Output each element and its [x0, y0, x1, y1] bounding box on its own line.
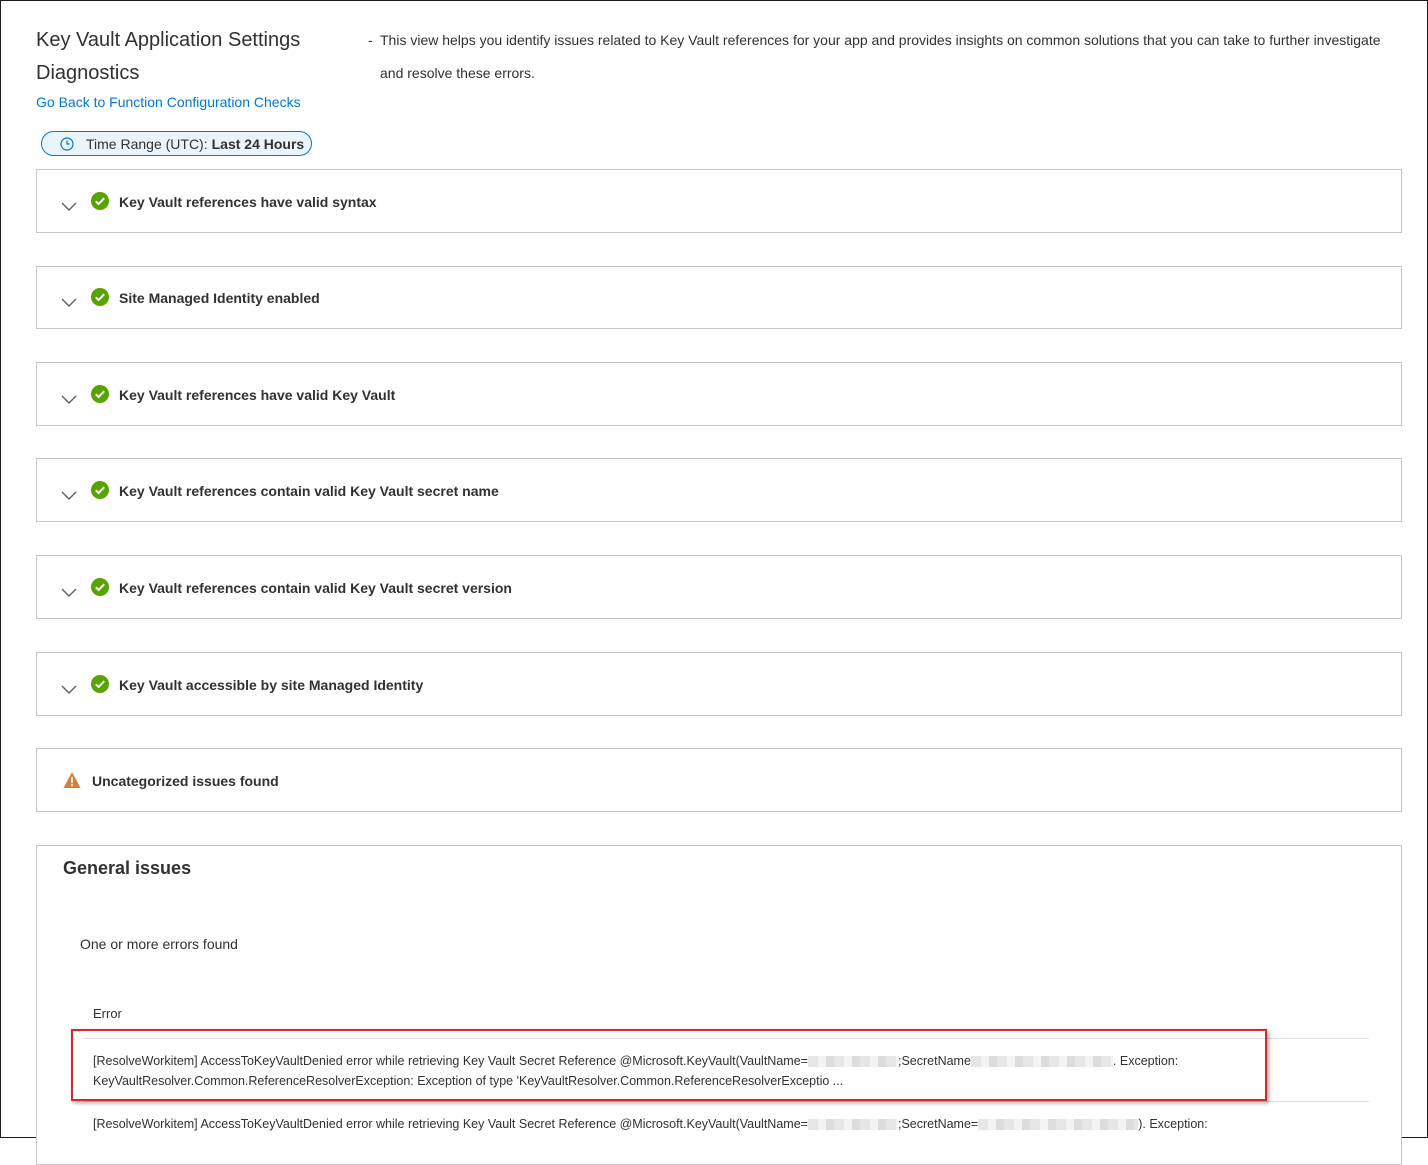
row-divider — [83, 1101, 1369, 1102]
check-circle-icon — [91, 578, 109, 596]
check-circle-icon — [91, 192, 109, 210]
check-title: Key Vault accessible by site Managed Ide… — [119, 677, 424, 693]
time-range-value: Last 24 Hours — [211, 135, 305, 152]
general-issues-panel: General issues One or more errors found … — [36, 845, 1402, 1165]
table-row[interactable]: [ResolveWorkitem] AccessToKeyVaultDenied… — [93, 1051, 1253, 1091]
redacted-value — [970, 1056, 1113, 1068]
warning-icon — [63, 772, 81, 788]
warning-card-uncategorized[interactable]: Uncategorized issues found — [36, 748, 1402, 812]
column-divider — [83, 1038, 1369, 1039]
page-title: Key Vault Application Settings Diagnosti… — [36, 24, 336, 90]
check-title: Key Vault references have valid Key Vaul… — [119, 387, 396, 403]
redacted-value — [978, 1119, 1139, 1131]
chevron-down-icon[interactable] — [61, 395, 77, 405]
description-line1: This view helps you identify issues rela… — [380, 32, 1381, 48]
check-card-secret-version[interactable]: Key Vault references contain valid Key V… — [36, 555, 1402, 619]
chevron-down-icon[interactable] — [61, 298, 77, 308]
clock-icon — [60, 136, 74, 151]
check-card-managed-identity[interactable]: Site Managed Identity enabled — [36, 266, 1402, 329]
check-title: Key Vault references contain valid Key V… — [119, 580, 512, 596]
chevron-down-icon[interactable] — [61, 491, 77, 501]
error-column-header[interactable]: Error — [93, 1006, 122, 1021]
errors-summary: One or more errors found — [80, 936, 238, 952]
check-circle-icon — [91, 288, 109, 306]
time-range-label: Time Range (UTC): — [86, 135, 208, 152]
description-line2: and resolve these errors. — [380, 65, 535, 81]
redacted-value — [807, 1119, 898, 1131]
page-title-line1: Key Vault Application Settings — [36, 29, 301, 51]
check-card-secret-name[interactable]: Key Vault references contain valid Key V… — [36, 458, 1402, 522]
check-circle-icon — [91, 481, 109, 499]
back-link[interactable]: Go Back to Function Configuration Checks — [36, 94, 301, 110]
page-title-line2: Diagnostics — [36, 62, 140, 84]
time-range-button[interactable]: Time Range (UTC): Last 24 Hours — [41, 131, 312, 156]
chevron-down-icon[interactable] — [61, 202, 77, 212]
check-circle-icon — [91, 385, 109, 403]
check-title: Site Managed Identity enabled — [119, 290, 320, 306]
check-card-valid-syntax[interactable]: Key Vault references have valid syntax — [36, 169, 1402, 233]
check-card-accessible[interactable]: Key Vault accessible by site Managed Ide… — [36, 652, 1402, 716]
chevron-down-icon[interactable] — [61, 685, 77, 695]
warning-title: Uncategorized issues found — [92, 773, 279, 789]
check-circle-icon — [91, 675, 109, 693]
chevron-down-icon[interactable] — [61, 588, 77, 598]
check-card-valid-key-vault[interactable]: Key Vault references have valid Key Vaul… — [36, 362, 1402, 426]
check-title: Key Vault references have valid syntax — [119, 194, 377, 210]
general-issues-title: General issues — [63, 858, 192, 878]
check-title: Key Vault references contain valid Key V… — [119, 483, 499, 499]
redacted-value — [807, 1056, 898, 1068]
page-description: - This view helps you identify issues re… — [368, 24, 1408, 90]
table-row[interactable]: [ResolveWorkitem] AccessToKeyVaultDenied… — [93, 1114, 1253, 1134]
